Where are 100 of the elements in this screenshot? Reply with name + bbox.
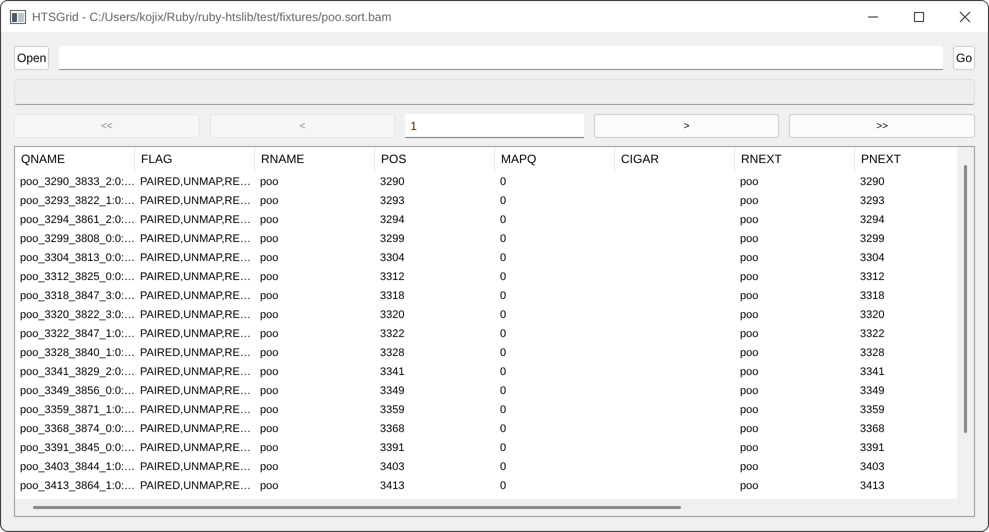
table-cell-text: 3368	[379, 422, 406, 434]
column-header[interactable]: QNAME	[15, 147, 135, 172]
table-cell-text: 0	[499, 442, 508, 454]
table-cell-text: poo	[739, 214, 760, 226]
table-cell-text: PAIRED,UNMAP,RE…	[139, 442, 252, 454]
table-cell-text: poo	[259, 232, 280, 244]
table-cell-text: poo	[739, 404, 760, 416]
table-cell-text: 0	[499, 252, 508, 264]
table-cell-text: 3328	[859, 346, 886, 358]
table-cell-text: poo	[259, 194, 280, 206]
table-cell-text: poo_3320_3822_3:0:…	[19, 308, 135, 320]
table-cell-text: poo	[259, 346, 280, 358]
table-cell-text: 3294	[379, 214, 406, 226]
page-field[interactable]: 1	[405, 114, 584, 138]
table-cell-text: 3293	[859, 194, 886, 206]
table-cell-text: 3413	[859, 480, 886, 492]
table-cell-text: 3341	[379, 366, 406, 378]
column-header[interactable]: POS	[375, 147, 495, 172]
table-cell-text: poo	[259, 290, 280, 302]
table-cell-text: 0	[499, 308, 508, 320]
table-cell-text: 0	[499, 480, 508, 492]
table-cell-text: poo_3349_3856_0:0:…	[19, 384, 135, 396]
table-cell-text: 3299	[859, 232, 886, 244]
grid-icon	[10, 10, 26, 24]
table-cell-text: PAIRED,UNMAP,RE…	[139, 232, 252, 244]
table-cell-text: PAIRED,UNMAP,RE…	[139, 384, 252, 396]
table-cell-text: 0	[499, 270, 508, 282]
table-cell-text: poo	[739, 194, 760, 206]
column-header[interactable]: FLAG	[135, 147, 255, 172]
table-cell-text: poo	[259, 328, 280, 340]
table-cell-text: poo_3359_3871_1:0:…	[19, 404, 135, 416]
table-cell-text: poo_3294_3861_2:0:…	[19, 214, 135, 226]
table-cell-text: 3328	[379, 346, 406, 358]
table-cell-text: poo	[259, 366, 280, 378]
table-cell-text: poo	[739, 252, 760, 264]
table-cell-text: poo	[259, 308, 280, 320]
table-cell-text: poo	[259, 252, 280, 264]
table-cell-text: 3312	[859, 270, 886, 282]
table-cell-text: 3322	[379, 328, 406, 340]
table-cell-text: poo_3322_3847_1:0:…	[19, 328, 135, 340]
table-cell-text: 0	[499, 346, 508, 358]
table-cell-text: poo	[739, 422, 760, 434]
table-cell-text: 3320	[859, 308, 886, 320]
table-cell-text: poo_3341_3829_2:0:…	[19, 366, 135, 378]
table-cell-text: 3320	[379, 308, 406, 320]
table-cell-text: poo	[259, 422, 280, 434]
table-cell-text: poo	[739, 460, 760, 472]
table-cell-text: 3341	[859, 366, 886, 378]
table-cell-text: 3312	[379, 270, 406, 282]
table-cell-text: poo	[259, 384, 280, 396]
table-cell-text: 3391	[859, 442, 886, 454]
table-cell-text: 0	[499, 384, 508, 396]
table-cell-text: PAIRED,UNMAP,RE…	[139, 308, 252, 320]
table-cell-text: PAIRED,UNMAP,RE…	[139, 176, 252, 188]
table-cell-text: poo	[259, 460, 280, 472]
table-cell-text: 3318	[379, 290, 406, 302]
table-cell-text: poo_3304_3813_0:0:…	[19, 252, 135, 264]
open-button[interactable]: Open	[14, 46, 50, 70]
table-cell-text: poo	[739, 270, 760, 282]
table-cell-text: 3403	[859, 460, 886, 472]
table-cell-text: poo_3391_3845_0:0:…	[19, 442, 135, 454]
table-cell-text: 3403	[379, 460, 406, 472]
table-cell-text: poo_3328_3840_1:0:…	[19, 346, 135, 358]
window-title: HTSGrid - C:/Users/kojix/Ruby/ruby-htslib/test/fixtures/poo.sort.bam	[32, 10, 392, 24]
table-cell-text: poo_3403_3844_1:0:…	[19, 460, 135, 472]
vertical-scrollbar[interactable]	[964, 165, 967, 433]
table-cell-text: poo	[259, 270, 280, 282]
table-cell-text: 0	[499, 404, 508, 416]
table-cell-text: poo	[259, 214, 280, 226]
column-header[interactable]: MAPQ	[495, 147, 615, 172]
table-cell-text: PAIRED,UNMAP,RE…	[139, 270, 252, 282]
go-button[interactable]: Go	[952, 46, 975, 70]
table-cell-text: 3294	[859, 214, 886, 226]
last-page-button[interactable]: >>	[789, 114, 975, 138]
table-cell-text: 3359	[379, 404, 406, 416]
path-field[interactable]	[59, 46, 943, 70]
table-cell-text: PAIRED,UNMAP,RE…	[139, 460, 252, 472]
column-header[interactable]: RNAME	[255, 147, 375, 172]
table-cell-text: 0	[499, 194, 508, 206]
horizontal-scrollbar[interactable]	[33, 506, 681, 509]
table-cell-text: 3349	[379, 384, 406, 396]
table-cell-text: poo	[739, 328, 760, 340]
column-header[interactable]: CIGAR	[615, 147, 735, 172]
table-cell-text: poo_3293_3822_1:0:…	[19, 194, 135, 206]
table-cell-text: 3318	[859, 290, 886, 302]
table-cell-text: 0	[499, 214, 508, 226]
table-cell-text: poo	[739, 346, 760, 358]
table-cell-text: 3304	[859, 252, 886, 264]
table-cell-text: 0	[499, 232, 508, 244]
table-cell-text: 0	[499, 366, 508, 378]
table-cell-text: 3349	[859, 384, 886, 396]
table-cell-text: 0	[499, 422, 508, 434]
table-cell-text: 3293	[379, 194, 406, 206]
table-cell-text: poo	[259, 480, 280, 492]
table-cell-text: PAIRED,UNMAP,RE…	[139, 480, 252, 492]
next-page-button[interactable]: >	[594, 114, 780, 138]
column-header[interactable]: RNEXT	[735, 147, 855, 172]
table-cell-text: PAIRED,UNMAP,RE…	[139, 404, 252, 416]
table-cell-text: poo	[739, 384, 760, 396]
table-cell-text: PAIRED,UNMAP,RE…	[139, 290, 252, 302]
